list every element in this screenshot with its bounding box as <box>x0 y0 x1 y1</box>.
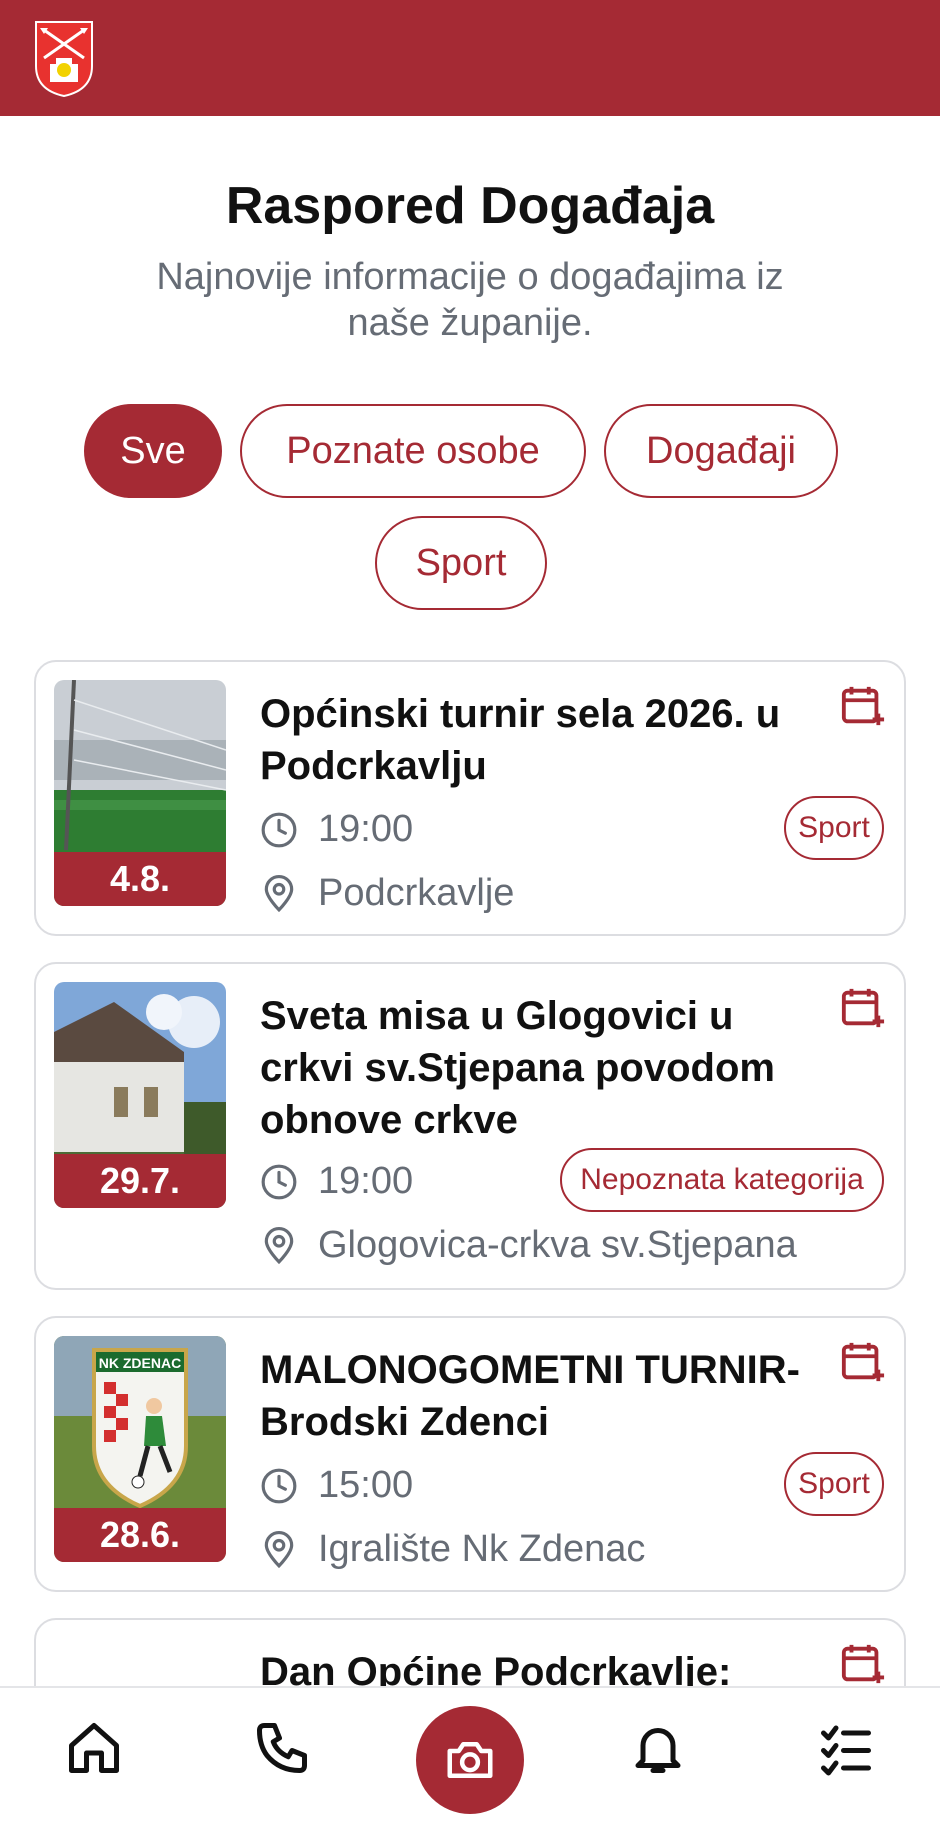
event-image: 4.8. <box>54 680 226 906</box>
home-icon[interactable] <box>64 1718 124 1778</box>
add-to-calendar-icon[interactable] <box>840 1338 886 1386</box>
event-card[interactable]: NK ZDENAC 28.6. MALONOGOMETNI TURNIR- Br… <box>34 1316 906 1592</box>
event-location-row: Glogovica-crkva sv.Stjepana <box>260 1224 797 1267</box>
event-location: Igralište Nk Zdenac <box>318 1528 646 1570</box>
event-category-tag: Sport <box>784 796 884 860</box>
event-time-row: 15:00 <box>260 1464 413 1507</box>
add-to-calendar-icon[interactable] <box>840 682 886 730</box>
event-date-badge: 28.6. <box>54 1508 226 1562</box>
crest-text: NK ZDENAC <box>99 1355 181 1371</box>
filter-chip-dogadaji[interactable]: Događaji <box>604 404 838 498</box>
event-date-badge: 29.7. <box>54 1154 226 1208</box>
clock-icon <box>261 1468 297 1503</box>
filter-chip-sport[interactable]: Sport <box>375 516 547 610</box>
bottom-navigation <box>0 1686 940 1828</box>
event-time-row: 19:00 <box>260 1160 413 1203</box>
filter-chip-poznate-osobe[interactable]: Poznate osobe <box>240 404 586 498</box>
bell-icon[interactable] <box>628 1718 688 1778</box>
coat-of-arms-logo[interactable] <box>34 20 94 98</box>
event-title: Općinski turnir sela 2026. u Podcrkavlju <box>260 692 781 788</box>
event-time: 19:00 <box>318 808 414 850</box>
event-time-row: 19:00 <box>260 808 413 851</box>
phone-icon[interactable] <box>252 1718 312 1778</box>
event-date-badge: 4.8. <box>54 852 226 906</box>
event-category-tag: Nepoznata kategorija <box>560 1148 884 1212</box>
event-title: MALONOGOMETNI TURNIR- Brodski Zdenci <box>260 1348 800 1444</box>
event-location: Glogovica-crkva sv.Stjepana <box>318 1224 797 1266</box>
camera-icon <box>447 1742 493 1778</box>
checklist-icon[interactable] <box>816 1718 876 1778</box>
filter-chip-sve[interactable]: Sve <box>84 404 222 498</box>
event-card[interactable]: 4.8. Općinski turnir sela 2026. u Podcrk… <box>34 660 906 936</box>
location-pin-icon <box>264 874 294 912</box>
event-location-row: Igralište Nk Zdenac <box>260 1528 645 1571</box>
add-to-calendar-icon[interactable] <box>840 1640 886 1688</box>
event-card[interactable]: 29.7. Sveta misa u Glogovici u crkvi sv.… <box>34 962 906 1290</box>
page-subtitle: Najnovije informacije o događajima iz na… <box>156 256 784 344</box>
page-title: Raspored Događaja <box>225 177 715 235</box>
location-pin-icon <box>264 1530 294 1568</box>
location-pin-icon <box>264 1226 294 1264</box>
event-time: 15:00 <box>318 1464 414 1506</box>
top-app-bar <box>0 0 940 116</box>
event-location: Podcrkavlje <box>318 872 515 914</box>
clock-icon <box>261 1164 297 1199</box>
event-title: Sveta misa u Glogovici u crkvi sv.Stjepa… <box>260 994 775 1142</box>
event-time: 19:00 <box>318 1160 414 1202</box>
event-image: NK ZDENAC 28.6. <box>54 1336 226 1562</box>
add-to-calendar-icon[interactable] <box>840 984 886 1032</box>
event-location-row: Podcrkavlje <box>260 872 514 915</box>
event-category-tag: Sport <box>784 1452 884 1516</box>
clock-icon <box>261 812 297 847</box>
event-image: 29.7. <box>54 982 226 1208</box>
camera-button[interactable] <box>416 1706 524 1814</box>
